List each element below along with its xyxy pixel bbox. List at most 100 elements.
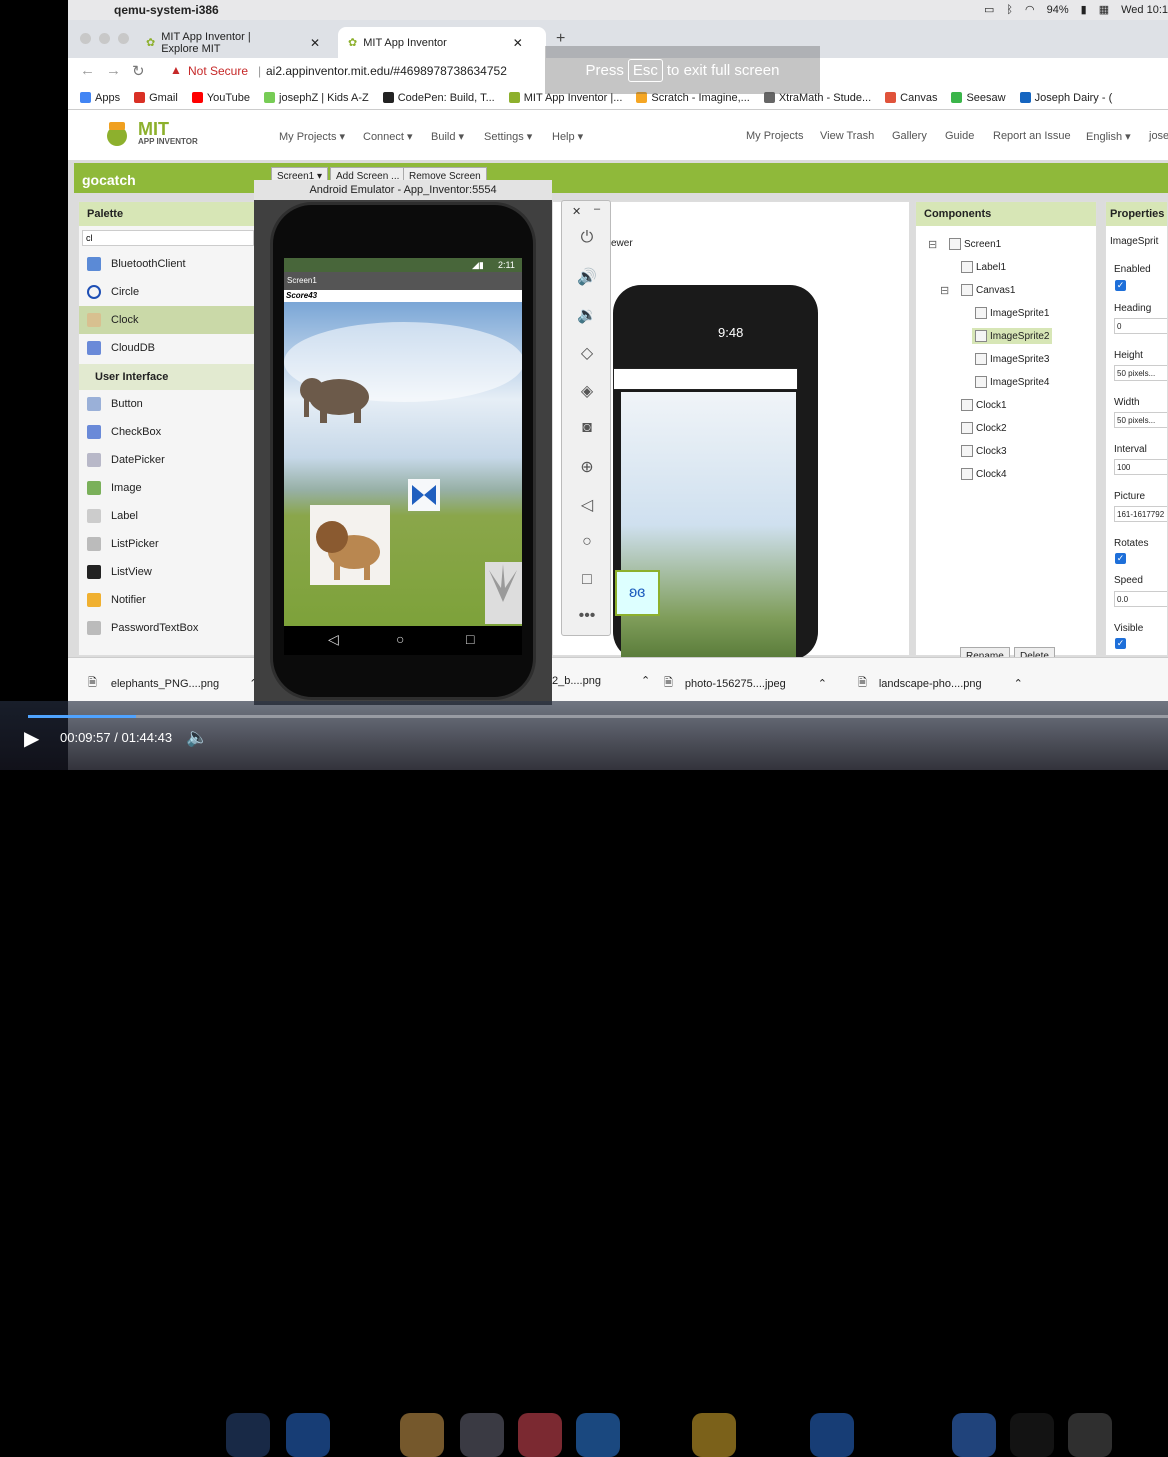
game-canvas[interactable] xyxy=(284,302,522,626)
palette-item[interactable]: CloudDB xyxy=(79,334,257,362)
overview-icon[interactable]: □ xyxy=(562,571,612,589)
viewer-canvas[interactable] xyxy=(621,392,796,658)
emulator-title[interactable]: Android Emulator - App_Inventor:5554 xyxy=(254,180,552,200)
palette-item[interactable]: Notifier xyxy=(79,586,257,614)
volume-icon[interactable]: 🔈 xyxy=(186,727,208,748)
reload-icon[interactable]: ↻ xyxy=(132,62,145,80)
back-icon[interactable]: ← xyxy=(80,62,95,79)
interval-input[interactable]: 100 xyxy=(1114,459,1167,475)
component-tree-item[interactable]: Canvas1 xyxy=(958,282,1018,298)
url-text[interactable]: ai2.appinventor.mit.edu/#469897873863475… xyxy=(266,64,507,78)
viewer-selected-sprite[interactable]: ʚɞ xyxy=(615,570,660,616)
menu-my-projects[interactable]: My Projects ▾ xyxy=(279,130,345,143)
menu-settings[interactable]: Settings ▾ xyxy=(484,130,532,143)
component-tree-item[interactable]: Screen1 xyxy=(946,236,1004,252)
dock-app-icon[interactable] xyxy=(460,1413,504,1457)
link-report-issue[interactable]: Report an Issue xyxy=(993,130,1071,142)
rotates-checkbox[interactable]: ✓ xyxy=(1115,553,1126,564)
height-input[interactable]: 50 pixels... xyxy=(1114,365,1167,381)
more-icon[interactable]: ••• xyxy=(562,607,612,625)
download-item[interactable]: 🗎 landscape-pho....png ⌃ xyxy=(858,674,1023,693)
palette-item[interactable]: CheckBox xyxy=(79,418,257,446)
bookmark-item[interactable]: YouTube xyxy=(191,92,250,104)
palette-item[interactable]: PasswordTextBox xyxy=(79,614,257,642)
collapse-icon[interactable]: ⊟ xyxy=(940,284,949,297)
menu-build[interactable]: Build ▾ xyxy=(431,130,464,143)
menubar-clock[interactable]: Wed 10:1 xyxy=(1121,4,1168,16)
menu-help[interactable]: Help ▾ xyxy=(552,130,583,143)
palette-item[interactable]: DatePicker xyxy=(79,446,257,474)
safari-icon[interactable] xyxy=(286,1413,330,1457)
chevron-up-icon[interactable]: ⌃ xyxy=(818,677,827,690)
section-user-interface[interactable]: User Interface xyxy=(79,364,257,390)
link-gallery[interactable]: Gallery xyxy=(892,130,927,142)
wifi-icon[interactable]: ◠ xyxy=(1025,3,1035,16)
close-icon[interactable]: ✕ xyxy=(513,36,523,50)
close-icon[interactable]: ✕ xyxy=(310,36,320,50)
component-tree-item[interactable]: Label1 xyxy=(958,259,1009,275)
menubar-app-name[interactable]: qemu-system-i386 xyxy=(114,3,219,17)
palette-item[interactable]: Button xyxy=(79,390,257,418)
link-guide[interactable]: Guide xyxy=(945,130,974,142)
flag-icon[interactable]: ▦ xyxy=(1099,3,1109,16)
palette-item[interactable]: ListView xyxy=(79,558,257,586)
rotate-right-icon[interactable]: ◈ xyxy=(562,381,612,401)
bookmark-item[interactable]: CodePen: Build, T... xyxy=(382,92,495,104)
component-tree-item[interactable]: ImageSprite4 xyxy=(972,374,1052,390)
photos-icon[interactable] xyxy=(400,1413,444,1457)
palette-item[interactable]: Circle xyxy=(79,278,257,306)
bookmark-item[interactable]: Gmail xyxy=(134,92,178,104)
palette-item[interactable]: Image xyxy=(79,474,257,502)
bookmark-item[interactable]: Canvas xyxy=(885,92,937,104)
download-item[interactable]: 🗎 elephants_PNG....png ⌃ xyxy=(88,674,258,693)
minimize-icon[interactable]: – xyxy=(594,203,600,215)
bluetooth-icon[interactable]: ᛒ xyxy=(1006,4,1013,16)
link-my-projects[interactable]: My Projects xyxy=(746,130,803,142)
power-icon[interactable]: ⏻ xyxy=(562,229,612,247)
nav-recents-icon[interactable]: □ xyxy=(466,631,474,647)
nav-back-icon[interactable]: ◁ xyxy=(328,631,339,648)
airplay-icon[interactable]: ▭ xyxy=(984,3,994,16)
component-tree-item[interactable]: ImageSprite1 xyxy=(972,305,1052,321)
tab-app-inventor[interactable]: ✿ MIT App Inventor ✕ xyxy=(338,27,546,58)
zoom-app-icon[interactable] xyxy=(952,1413,996,1457)
palette-item[interactable]: Clock xyxy=(79,306,257,334)
chevron-up-icon[interactable]: ⌃ xyxy=(641,674,650,687)
back-icon[interactable]: ◁ xyxy=(562,495,612,515)
component-tree-item[interactable]: Clock1 xyxy=(958,397,1010,413)
bookmark-item[interactable]: josephZ | Kids A-Z xyxy=(264,92,369,104)
tab-explore[interactable]: ✿ MIT App Inventor | Explore MIT ✕ xyxy=(136,27,330,58)
download-item[interactable]: 2_b....png ⌃ xyxy=(552,674,650,688)
component-tree-item[interactable]: Clock3 xyxy=(958,443,1010,459)
camera-icon[interactable]: ◙ xyxy=(562,419,612,437)
visible-checkbox[interactable]: ✓ xyxy=(1115,638,1126,649)
speed-input[interactable]: 0.0 xyxy=(1114,591,1167,607)
dock-app-icon[interactable] xyxy=(226,1413,270,1457)
palette-search-input[interactable] xyxy=(82,230,254,246)
menu-language[interactable]: English ▾ xyxy=(1086,130,1131,143)
component-tree-item[interactable]: Clock4 xyxy=(958,466,1010,482)
palette-item[interactable]: ListPicker xyxy=(79,530,257,558)
heading-input[interactable]: 0 xyxy=(1114,318,1167,334)
bookmark-item[interactable]: Apps xyxy=(80,92,120,104)
dock-app-icon[interactable] xyxy=(1068,1413,1112,1457)
component-tree-item[interactable]: ImageSprite3 xyxy=(972,351,1052,367)
terminal-icon[interactable] xyxy=(1010,1413,1054,1457)
close-icon[interactable]: ✕ xyxy=(572,205,581,218)
rotate-left-icon[interactable]: ◇ xyxy=(562,343,612,363)
palette-item[interactable]: BluetoothClient xyxy=(79,250,257,278)
width-input[interactable]: 50 pixels... xyxy=(1114,412,1167,428)
ai-logo[interactable]: MIT APP INVENTOR xyxy=(100,118,198,148)
video-seekbar[interactable] xyxy=(28,715,1168,718)
dock-app-icon[interactable] xyxy=(810,1413,854,1457)
volume-up-icon[interactable]: 🔊 xyxy=(562,267,612,287)
zoom-icon[interactable]: ⊕ xyxy=(562,457,612,477)
bookmark-item[interactable]: Seesaw xyxy=(951,92,1006,104)
component-tree-item[interactable]: ImageSprite2 xyxy=(972,328,1053,344)
bookmark-item[interactable]: Joseph Dairy - ( xyxy=(1019,92,1112,104)
menu-connect[interactable]: Connect ▾ xyxy=(363,130,413,143)
chevron-up-icon[interactable]: ⌃ xyxy=(1014,677,1023,690)
volume-down-icon[interactable]: 🔉 xyxy=(562,305,612,325)
link-view-trash[interactable]: View Trash xyxy=(820,130,874,142)
link-user[interactable]: jose xyxy=(1149,130,1168,142)
